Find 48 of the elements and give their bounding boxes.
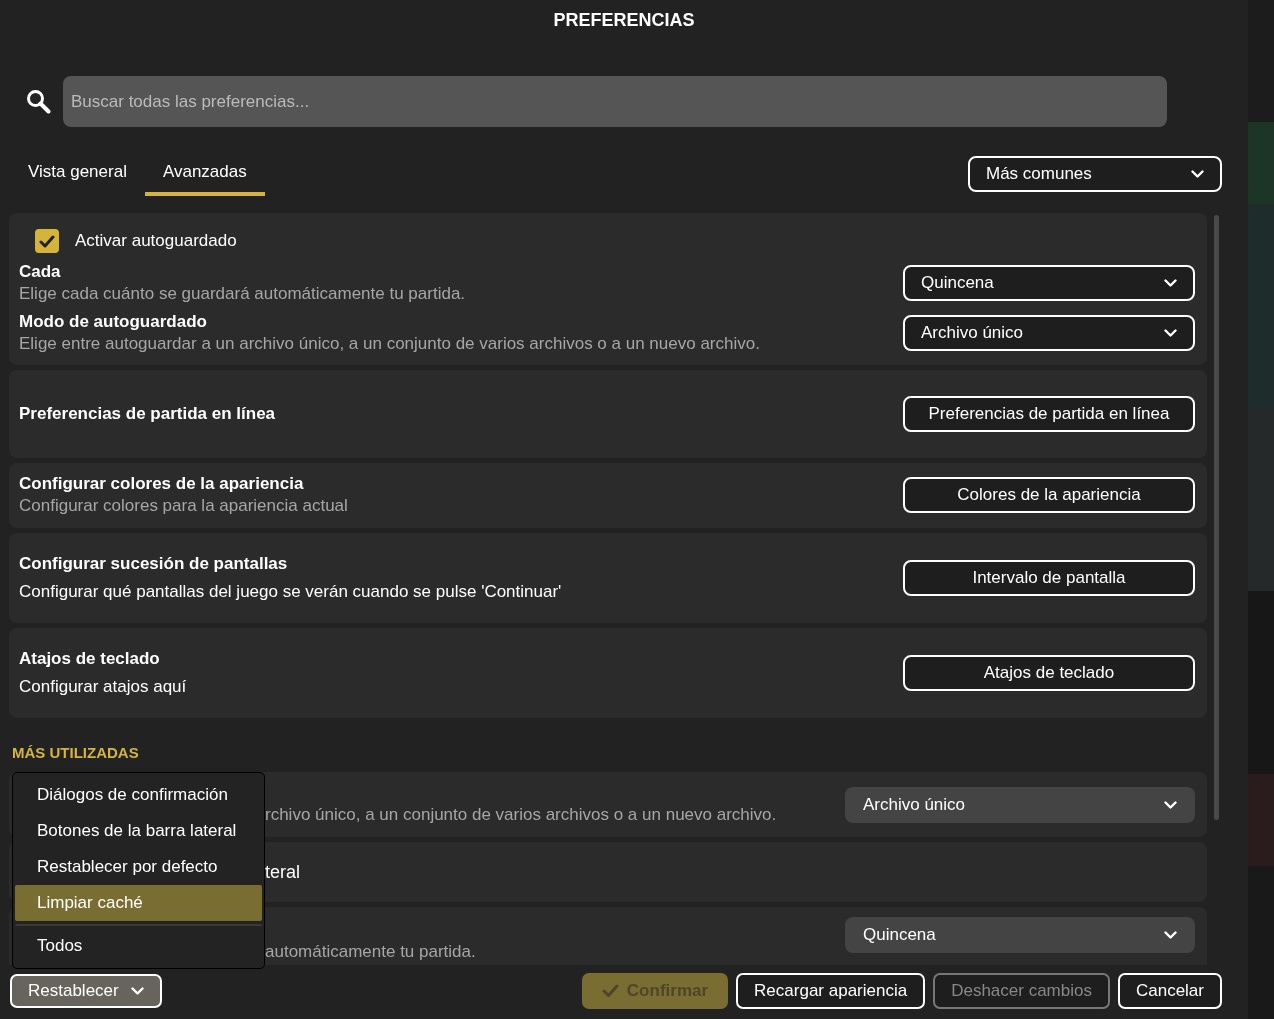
action-button[interactable]: Atajos de teclado <box>903 654 1195 691</box>
dropdown-select[interactable]: Quincena <box>903 265 1195 302</box>
scrollbar-thumb[interactable] <box>1214 215 1219 820</box>
setting-description: rchivo único, a un conjunto de varios archivos o a un nuevo archivo. <box>265 803 777 826</box>
reset-dropdown-button[interactable]: Restablecer <box>10 974 162 1008</box>
menu-item[interactable]: Botones de la barra lateral <box>15 813 262 849</box>
dropdown-select[interactable]: Quincena <box>845 917 1195 954</box>
tab[interactable]: Vista general <box>10 152 145 196</box>
chevron-down-icon <box>1164 931 1177 940</box>
search-icon <box>26 89 51 114</box>
chevron-down-icon <box>1164 800 1177 809</box>
checkbox-label: Activar autoguardado <box>75 229 237 252</box>
dialog-title: PREFERENCIAS <box>552 9 696 32</box>
setting-description: Configurar qué pantallas del juego se verán cuando se pulse 'Continuar' <box>19 580 562 603</box>
checkmark-icon <box>601 984 619 998</box>
menu-item[interactable]: Limpiar caché <box>15 885 262 921</box>
chevron-down-icon <box>1164 329 1177 338</box>
action-button[interactable]: Colores de la apariencia <box>903 477 1195 514</box>
setting-title: Cada <box>19 261 62 283</box>
setting-description: Elige cada cuánto se guardará automáticamente tu partida. <box>19 283 466 306</box>
setting-title: Modo de autoguardado <box>19 311 208 334</box>
chevron-down-icon <box>130 987 144 995</box>
chevron-down-icon <box>1191 170 1204 178</box>
section-heading: MÁS UTILIZADAS <box>11 742 140 763</box>
tab[interactable]: Avanzadas <box>144 152 265 196</box>
setting-title: Preferencias de partida en línea <box>19 403 276 426</box>
checkbox[interactable] <box>35 229 59 253</box>
setting-title: Atajos de teclado <box>19 647 161 670</box>
action-button[interactable]: Recargar apariencia <box>736 973 926 1009</box>
chevron-down-icon <box>1164 279 1177 288</box>
dropdown-select[interactable]: Archivo único <box>903 315 1195 352</box>
search-field[interactable]: Buscar todas las preferencias... <box>63 76 1167 127</box>
menu-item[interactable]: Todos <box>15 924 262 964</box>
setting-description: automáticamente tu partida. <box>265 941 476 964</box>
action-button[interactable]: Intervalo de pantalla <box>903 559 1195 596</box>
setting-description: Configurar colores para la apariencia actual <box>19 495 348 518</box>
menu-item[interactable]: Diálogos de confirmación <box>15 777 262 813</box>
action-button[interactable]: Cancelar <box>1117 973 1222 1009</box>
setting-description: Elige entre autoguardar a un archivo único, a un conjunto de varios archivos o a un nuevo archivo. <box>19 333 760 356</box>
filter-dropdown[interactable]: Más comunes <box>968 156 1222 192</box>
action-button[interactable]: Preferencias de partida en línea <box>903 396 1195 433</box>
checkmark-icon <box>39 234 55 248</box>
dropdown-select[interactable]: Archivo único <box>845 786 1195 823</box>
setting-title: teral <box>265 860 300 884</box>
menu-item[interactable]: Restablecer por defecto <box>15 849 262 885</box>
setting-title: Configurar sucesión de pantallas <box>19 552 289 575</box>
setting-title: Configurar colores de la apariencia <box>19 473 305 496</box>
setting-description: Configurar atajos aquí <box>19 675 187 698</box>
